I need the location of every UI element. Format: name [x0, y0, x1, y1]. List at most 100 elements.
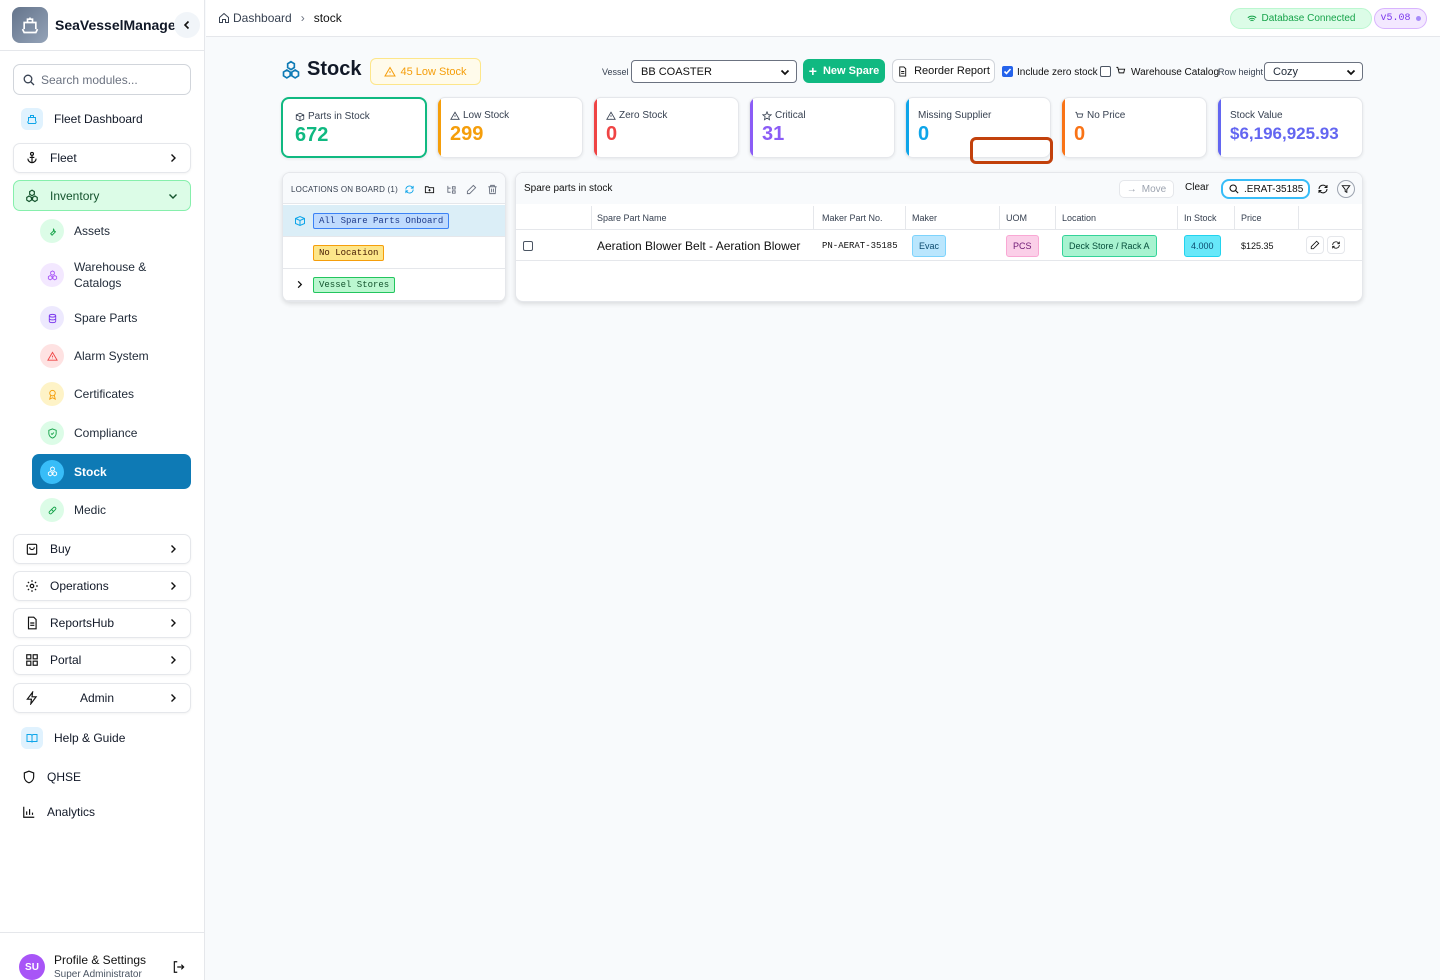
nav-label: Analytics — [47, 805, 96, 819]
check-icon — [1003, 68, 1012, 75]
cell-in-stock: 4.000 — [1184, 230, 1221, 261]
nav-label: Fleet — [50, 151, 77, 165]
brand[interactable]: SeaVesselManager — [12, 6, 202, 44]
stat-card-zero-stock[interactable]: Zero Stock 0 — [593, 97, 739, 158]
chevron-right-icon — [171, 154, 176, 162]
edit-icon[interactable] — [464, 182, 478, 196]
module-search-input[interactable]: Search modules... — [13, 64, 191, 95]
tree-icon[interactable] — [444, 182, 458, 196]
folder-plus-icon[interactable] — [422, 182, 436, 196]
bag-icon — [24, 541, 40, 557]
nav-operations[interactable]: Operations — [13, 571, 191, 601]
move-button[interactable]: → Move — [1119, 180, 1174, 198]
nav-admin[interactable]: Admin — [13, 683, 191, 713]
nav-analytics[interactable]: Analytics — [13, 797, 191, 827]
row-height-select[interactable]: Cozy — [1264, 62, 1363, 81]
collapse-sidebar-button[interactable] — [174, 12, 200, 38]
include-zero-stock-checkbox[interactable] — [1002, 66, 1013, 77]
column-header[interactable]: In Stock — [1178, 206, 1235, 230]
nav-reportshub[interactable]: ReportsHub — [13, 608, 191, 638]
vessel-select[interactable]: BB COASTER — [631, 60, 797, 83]
reorder-report-button[interactable]: Reorder Report — [892, 59, 995, 83]
nav-portal[interactable]: Portal — [13, 645, 191, 675]
highlight-annotation — [970, 137, 1053, 164]
breadcrumb: Dashboard › stock — [218, 11, 342, 25]
clear-button[interactable]: Clear — [1185, 182, 1209, 193]
divider — [0, 50, 205, 51]
nav-compliance[interactable]: Compliance — [32, 421, 191, 445]
spare-parts-panel: Spare parts in stock → Move Clear .ERAT-… — [515, 172, 1363, 302]
profile-role: Super Administrator — [54, 969, 142, 980]
refresh-icon[interactable] — [1327, 236, 1345, 254]
version-badge[interactable]: v5.08 — [1374, 8, 1427, 29]
gear-icon — [24, 578, 40, 594]
stat-title: Zero Stock — [606, 110, 667, 121]
nav-certificates[interactable]: Certificates — [32, 382, 191, 406]
nav-buy[interactable]: Buy — [13, 534, 191, 564]
trash-icon[interactable] — [485, 182, 499, 196]
refresh-icon[interactable] — [1314, 180, 1332, 198]
wrench-icon — [40, 219, 64, 243]
nav-help-guide[interactable]: Help & Guide — [13, 723, 191, 753]
nav-qhse[interactable]: QHSE — [13, 762, 191, 792]
stat-title: Low Stock — [450, 110, 509, 121]
maker-tag: Evac — [912, 234, 947, 257]
stat-card-parts-in-stock[interactable]: Parts in Stock 672 — [281, 97, 427, 158]
checkbox[interactable] — [523, 240, 533, 251]
card-accent — [906, 98, 909, 157]
nav-spare-parts[interactable]: Spare Parts — [32, 306, 191, 330]
nav-label: Admin — [80, 691, 115, 705]
edit-icon[interactable] — [1306, 236, 1324, 254]
uom-tag: PCS — [1006, 234, 1039, 257]
stat-card-low-stock[interactable]: Low Stock 299 — [437, 97, 583, 158]
nav-warehouse-catalogs[interactable]: Warehouse & Catalogs — [32, 258, 191, 292]
nav-label: Fleet Dashboard — [54, 112, 143, 126]
move-label: Move — [1141, 183, 1167, 195]
table-row[interactable]: Aeration Blower Belt - Aeration Blower P… — [516, 230, 1362, 261]
parts-search-input[interactable]: .ERAT-35185 — [1221, 179, 1310, 199]
column-header-actions — [1299, 206, 1362, 230]
stat-card-stock-value[interactable]: Stock Value $6,196,925.93 — [1217, 97, 1363, 158]
cell-part-name: Aeration Blower Belt - Aeration Blower — [597, 238, 801, 253]
topbar: Dashboard › stock Database Connected v5.… — [206, 0, 1440, 37]
stat-title: Stock Value — [1230, 110, 1283, 121]
stat-title: Missing Supplier — [918, 110, 991, 121]
chevron-right-icon — [171, 694, 176, 702]
location-row-all[interactable]: All Spare Parts Onboard — [283, 205, 505, 237]
nav-label: Assets — [74, 224, 111, 238]
low-stock-badge[interactable]: 45 Low Stock — [370, 58, 481, 85]
location-row-vessel-stores[interactable]: Vessel Stores — [283, 269, 505, 301]
nav-label: Inventory — [50, 188, 100, 203]
bar-chart-icon — [21, 804, 37, 820]
warehouse-catalog-checkbox[interactable] — [1100, 66, 1111, 77]
stat-card-critical[interactable]: Critical 31 — [749, 97, 895, 158]
column-header[interactable]: Maker — [906, 206, 1000, 230]
nav-inventory[interactable]: Inventory — [13, 180, 191, 211]
profile-section[interactable]: SU Profile & Settings Super Administrato… — [0, 932, 205, 980]
refresh-icon[interactable] — [402, 182, 416, 196]
new-spare-button[interactable]: + New Spare — [803, 59, 885, 83]
cubes-icon — [40, 459, 64, 484]
logout-icon[interactable] — [172, 960, 186, 974]
stat-value: 299 — [450, 123, 484, 145]
column-header[interactable]: Spare Part Name — [591, 206, 814, 230]
anchor-icon — [24, 150, 40, 166]
nav-fleet-dashboard[interactable]: Fleet Dashboard — [13, 104, 191, 134]
column-header[interactable]: Maker Part No. — [816, 206, 906, 230]
award-icon — [40, 382, 64, 406]
column-header[interactable]: Location — [1056, 206, 1178, 230]
filter-icon[interactable] — [1337, 180, 1355, 198]
nav-label: ReportsHub — [50, 616, 115, 630]
location-row-no-location[interactable]: No Location — [283, 237, 505, 269]
column-header[interactable]: Price — [1235, 206, 1299, 230]
breadcrumb-home[interactable]: Dashboard — [233, 11, 292, 25]
row-checkbox[interactable] — [523, 230, 533, 261]
nav-fleet[interactable]: Fleet — [13, 143, 191, 173]
nav-stock[interactable]: Stock — [32, 454, 191, 489]
nav-medic[interactable]: Medic — [32, 498, 191, 522]
nav-alarm-system[interactable]: Alarm System — [32, 344, 191, 368]
stat-card-no-price[interactable]: No Price 0 — [1061, 97, 1207, 158]
database-status-badge: Database Connected — [1230, 8, 1372, 29]
nav-assets[interactable]: Assets — [32, 219, 191, 243]
column-header[interactable]: UOM — [1000, 206, 1056, 230]
